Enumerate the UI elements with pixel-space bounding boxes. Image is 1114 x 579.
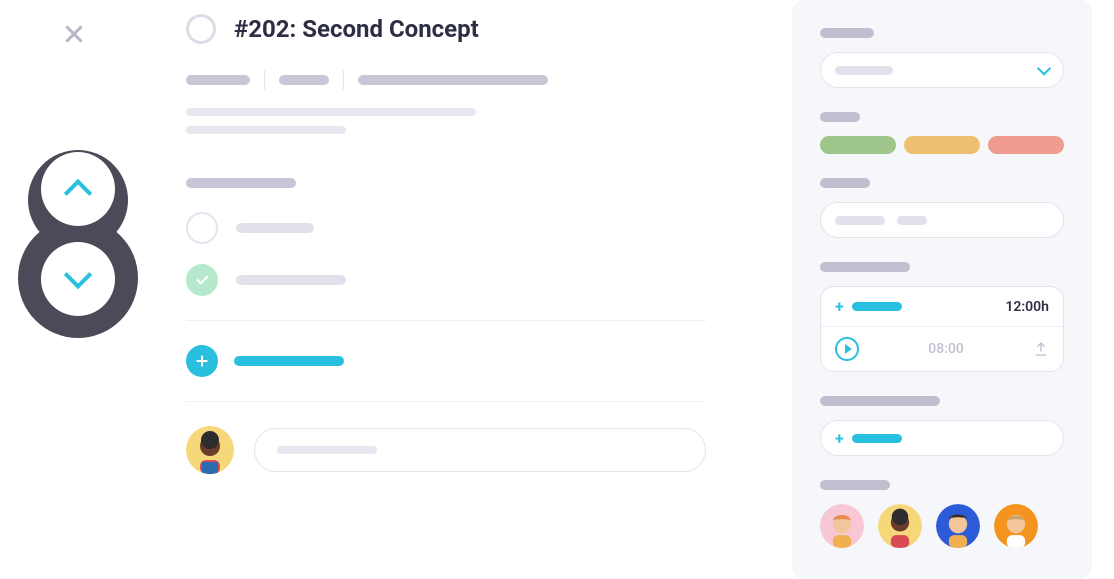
prev-task-button[interactable] (41, 152, 115, 226)
subtask-label-placeholder (236, 275, 346, 285)
check-icon (194, 272, 210, 288)
comment-placeholder (277, 446, 377, 454)
task-complete-toggle[interactable] (186, 14, 216, 44)
chevron-down-icon (1037, 61, 1051, 75)
team-member-avatar[interactable] (820, 504, 864, 548)
sidebar-team-group (820, 480, 1064, 548)
chevron-up-icon (64, 179, 92, 207)
close-button[interactable] (60, 20, 88, 48)
divider (186, 401, 706, 402)
tag-list (820, 136, 1064, 154)
comment-input[interactable] (254, 428, 706, 472)
subtask-item[interactable] (186, 212, 706, 244)
sidebar-time-group: + 12:00h 08:00 (820, 262, 1064, 372)
team-avatars (820, 504, 1064, 548)
text-placeholder (186, 126, 346, 134)
current-user-avatar (186, 426, 234, 474)
comment-composer (186, 426, 706, 474)
field-label-placeholder (820, 396, 940, 406)
date-placeholder (897, 216, 927, 225)
team-member-avatar[interactable] (878, 504, 922, 548)
sidebar-status-group (820, 28, 1064, 88)
timer-play-button[interactable] (835, 337, 859, 361)
prev-next-navigator (18, 130, 138, 340)
sidebar-tags-group (820, 112, 1064, 154)
subtasks-heading (186, 178, 296, 188)
avatar-icon (878, 504, 922, 548)
field-label-placeholder (820, 480, 890, 490)
subtask-toggle[interactable] (186, 212, 218, 244)
tag-red[interactable] (988, 136, 1064, 154)
timer-current: 08:00 (928, 341, 964, 357)
separator (343, 70, 344, 90)
field-label-placeholder (820, 178, 870, 188)
task-sidebar: + 12:00h 08:00 + (792, 0, 1092, 579)
divider (186, 320, 706, 321)
add-time-entry[interactable]: + (835, 297, 902, 316)
meta-placeholder (279, 75, 329, 85)
tag-green[interactable] (820, 136, 896, 154)
sidebar-dependencies-group: + (820, 396, 1064, 456)
separator (264, 70, 265, 90)
upload-icon[interactable] (1033, 341, 1049, 357)
text-placeholder (186, 108, 476, 116)
add-dependency-placeholder (852, 434, 902, 443)
add-subtask-row[interactable] (186, 345, 706, 377)
add-subtask-label-placeholder (234, 356, 344, 366)
field-label-placeholder (820, 112, 860, 122)
avatar-icon (820, 504, 864, 548)
task-title: #202: Second Concept (234, 15, 479, 43)
team-member-avatar[interactable] (994, 504, 1038, 548)
time-tracking-card: + 12:00h 08:00 (820, 286, 1064, 372)
task-meta-row (186, 70, 706, 90)
plus-icon: + (835, 429, 844, 448)
time-entry-placeholder (852, 302, 902, 311)
meta-placeholder (358, 75, 548, 85)
avatar-icon (936, 504, 980, 548)
task-description (186, 108, 706, 134)
avatar-icon (994, 504, 1038, 548)
subtask-toggle-done[interactable] (186, 264, 218, 296)
team-member-avatar[interactable] (936, 504, 980, 548)
avatar-icon (186, 426, 234, 474)
next-task-button[interactable] (41, 242, 115, 316)
status-select[interactable] (820, 52, 1064, 88)
add-subtask-button[interactable] (186, 345, 218, 377)
meta-placeholder (186, 75, 250, 85)
chevron-down-icon (64, 261, 92, 289)
add-dependency-field[interactable]: + (820, 420, 1064, 456)
field-label-placeholder (820, 28, 874, 38)
time-total: 12:00h (1005, 299, 1049, 315)
tag-yellow[interactable] (904, 136, 980, 154)
play-icon (845, 344, 852, 354)
subtask-label-placeholder (236, 223, 314, 233)
select-value-placeholder (835, 66, 893, 75)
plus-icon (194, 353, 210, 369)
sidebar-dates-group (820, 178, 1064, 238)
date-field[interactable] (820, 202, 1064, 238)
subtask-item[interactable] (186, 264, 706, 296)
field-label-placeholder (820, 262, 910, 272)
task-detail-main: #202: Second Concept (186, 14, 706, 474)
date-placeholder (835, 216, 885, 225)
plus-icon: + (835, 297, 844, 316)
